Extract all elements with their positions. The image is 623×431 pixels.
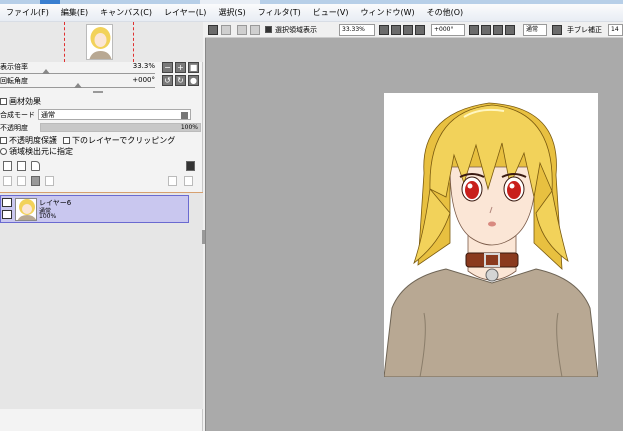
- selection-source-checkbox[interactable]: [0, 148, 7, 155]
- clipping-checkbox[interactable]: [63, 137, 70, 144]
- zoom-out-icon[interactable]: [379, 25, 389, 35]
- canvas-toolbar: 選択領域表示 33.33% +000° 通常 手ブレ補正 14: [205, 22, 623, 38]
- texture-section-label: 画材効果: [9, 97, 41, 106]
- clipping-label: 下のレイヤーでクリッピング: [72, 136, 176, 145]
- menu-filter[interactable]: フィルタ(T): [252, 4, 307, 22]
- rotation-label: 回転角度: [0, 77, 28, 85]
- new-linework-layer-icon[interactable]: [17, 161, 26, 171]
- panel-splitter[interactable]: [93, 91, 103, 93]
- opacity-slider-fill: [41, 124, 200, 131]
- rotation-slider-handle[interactable]: [74, 83, 82, 88]
- layer-thumbnail: [15, 198, 37, 221]
- menu-view[interactable]: ビュー(V): [307, 4, 355, 22]
- pin-icon[interactable]: [2, 210, 12, 219]
- stabilizer-field[interactable]: 14: [608, 24, 623, 36]
- navigator-view-edge: [133, 22, 134, 62]
- zoom-in-button[interactable]: +: [175, 62, 186, 73]
- layer-opacity: 100%: [39, 213, 57, 220]
- navigator-controls: 表示倍率 33.3% 回転角度 +000° − + ■ ↺ ↻ ●: [0, 62, 203, 92]
- eye-icon[interactable]: [2, 198, 12, 207]
- menu-edit[interactable]: 編集(E): [55, 4, 94, 22]
- mode-value: 通常: [526, 26, 539, 33]
- menu-file[interactable]: ファイル(F): [0, 4, 55, 22]
- zoom-out-button[interactable]: −: [162, 62, 173, 73]
- selection-source-row: 領域検出元に指定: [0, 146, 73, 157]
- rotation-value: +000°: [132, 76, 155, 84]
- opacity-slider[interactable]: 100%: [40, 123, 201, 132]
- canvas-artwork[interactable]: [384, 93, 598, 377]
- zoom-slider-handle[interactable]: [42, 69, 50, 74]
- zoom-field[interactable]: 33.33%: [339, 24, 375, 36]
- protect-alpha-checkbox[interactable]: [0, 137, 7, 144]
- apply-mask-icon[interactable]: [168, 176, 177, 186]
- zoom-value: 33.3%: [132, 62, 155, 70]
- rotation-field[interactable]: +000°: [431, 24, 465, 36]
- opacity-value: 100%: [180, 124, 198, 131]
- menu-other[interactable]: その他(O): [421, 4, 470, 22]
- mode-options-icon[interactable]: [552, 25, 562, 35]
- layer-list: レイヤー6 通常 100%: [0, 192, 203, 409]
- layer-panel-menu-icon[interactable]: [186, 161, 195, 171]
- transfer-down-icon[interactable]: [3, 176, 12, 186]
- protect-alpha-row: 不透明度保護 下のレイヤーでクリッピング: [0, 135, 175, 146]
- mode-select[interactable]: 通常: [523, 24, 547, 36]
- rotate-left-icon[interactable]: [469, 25, 479, 35]
- blend-mode-select[interactable]: 通常: [38, 109, 191, 120]
- new-layer-icon[interactable]: [3, 161, 12, 171]
- rotate-right-icon[interactable]: [481, 25, 491, 35]
- menu-layer[interactable]: レイヤー(L): [158, 4, 212, 22]
- zoom-field-value: 33.33%: [342, 26, 365, 33]
- clear-layer-icon[interactable]: [31, 176, 40, 186]
- show-selection-checkbox[interactable]: [265, 26, 272, 33]
- undo-icon[interactable]: [208, 25, 218, 35]
- layer-toolbar: [0, 159, 203, 193]
- merge-down-icon[interactable]: [17, 176, 26, 186]
- menu-bar: ファイル(F) 編集(E) キャンバス(C) レイヤー(L) 選択(S) フィル…: [0, 4, 623, 22]
- delete-layer-icon[interactable]: [45, 176, 54, 186]
- flip-icon[interactable]: [505, 25, 515, 35]
- chevron-down-icon: [181, 112, 188, 119]
- paint-tool-sai-window: ファイル(F) 編集(E) キャンバス(C) レイヤー(L) 選択(S) フィル…: [0, 0, 623, 431]
- rotate-right-button[interactable]: ↻: [175, 75, 186, 86]
- opacity-row: 不透明度 100%: [0, 122, 203, 133]
- menu-canvas[interactable]: キャンバス(C): [94, 4, 158, 22]
- stabilizer-value: 14: [611, 26, 619, 33]
- texture-section[interactable]: 画材効果: [0, 96, 41, 107]
- show-selection-label: 選択領域表示: [275, 26, 317, 34]
- selection-source-label: 領域検出元に指定: [9, 147, 73, 156]
- anime-girl-illustration: [384, 102, 598, 377]
- navigator-panel[interactable]: [0, 22, 203, 62]
- rotation-reset-button[interactable]: ●: [188, 75, 199, 86]
- layer-row[interactable]: レイヤー6 通常 100%: [0, 195, 189, 223]
- rotation-reset-icon[interactable]: [493, 25, 503, 35]
- redo-icon[interactable]: [221, 25, 231, 35]
- invert-selection-icon[interactable]: [250, 25, 260, 35]
- zoom-slider[interactable]: [0, 73, 155, 74]
- protect-alpha-label: 不透明度保護: [9, 136, 57, 145]
- canvas-area[interactable]: [205, 38, 623, 431]
- zoom-in-icon[interactable]: [391, 25, 401, 35]
- rotate-left-button[interactable]: ↺: [162, 75, 173, 86]
- navigator-thumbnail[interactable]: [86, 24, 113, 60]
- new-folder-icon[interactable]: [31, 161, 40, 171]
- zoom-label: 表示倍率: [0, 63, 28, 71]
- delete-mask-icon[interactable]: [184, 176, 193, 186]
- stabilizer-label: 手ブレ補正: [567, 26, 602, 34]
- opacity-label: 不透明度: [0, 124, 28, 132]
- texture-section-toggle-icon[interactable]: [0, 98, 7, 105]
- blend-mode-label: 合成モード: [0, 111, 35, 119]
- zoom-fit-icon[interactable]: [415, 25, 425, 35]
- rotation-field-value: +000°: [434, 26, 454, 33]
- menu-window[interactable]: ウィンドウ(W): [354, 4, 420, 22]
- navigator-view-edge: [64, 22, 65, 62]
- deselect-icon[interactable]: [237, 25, 247, 35]
- left-panel: 表示倍率 33.3% 回転角度 +000° − + ■ ↺ ↻ ● 画材効果 合…: [0, 22, 203, 431]
- blend-mode-row: 合成モード 通常: [0, 109, 203, 121]
- menu-selection[interactable]: 選択(S): [212, 4, 251, 22]
- zoom-reset-icon[interactable]: [403, 25, 413, 35]
- blend-mode-value: 通常: [41, 111, 55, 119]
- zoom-reset-button[interactable]: ■: [188, 62, 199, 73]
